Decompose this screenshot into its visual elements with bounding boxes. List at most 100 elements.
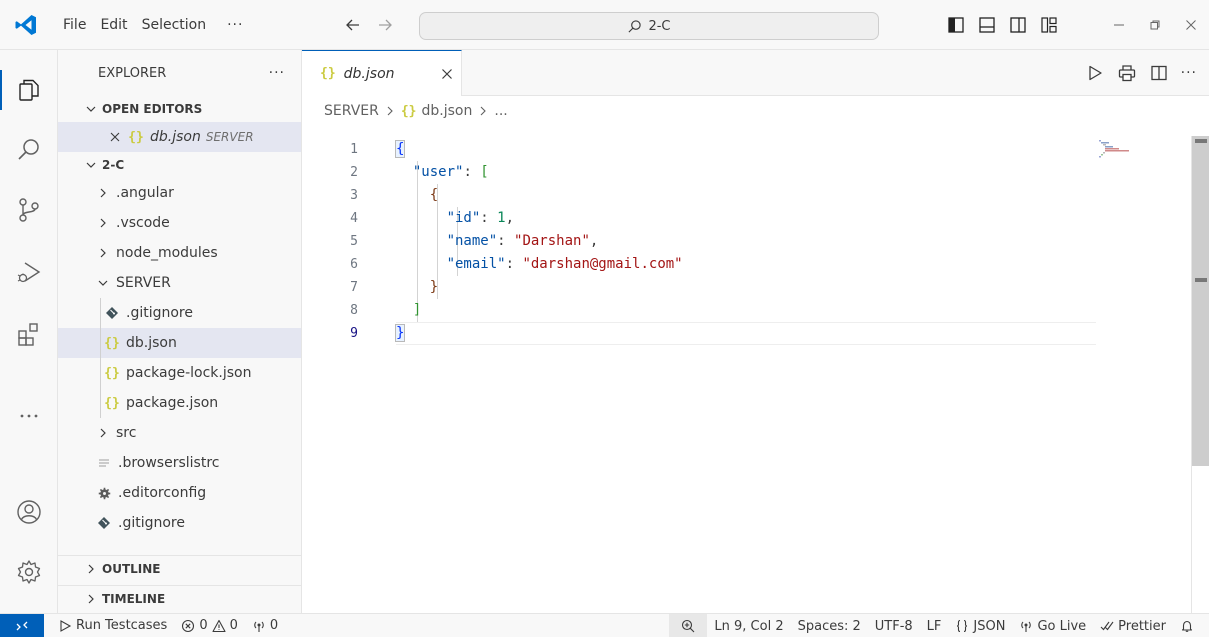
breadcrumb-symbol[interactable]: ...	[494, 103, 507, 119]
editor-area: {} db.json ··· SERVER {} db.json ... 1 {…	[302, 50, 1209, 613]
command-center-search[interactable]: 2-C	[419, 12, 879, 40]
vscode-logo-icon[interactable]	[14, 13, 38, 37]
minimize-button[interactable]	[1101, 0, 1137, 50]
tree-item-src[interactable]: src	[58, 418, 301, 448]
folder-section[interactable]: 2-C	[58, 152, 301, 178]
menu-file[interactable]: File	[56, 17, 93, 33]
explorer-activity[interactable]	[0, 64, 58, 116]
gear-icon	[17, 560, 41, 584]
code-line: 1 {	[302, 138, 1192, 161]
toggle-primary-sidebar-icon[interactable]	[946, 15, 966, 35]
code-line: 5 "name": "Darshan",	[302, 230, 1192, 253]
close-window-button[interactable]	[1173, 0, 1209, 50]
extensions-activity[interactable]	[0, 308, 58, 360]
timeline-header[interactable]: TIMELINE	[58, 586, 301, 612]
source-control-activity[interactable]	[0, 184, 58, 236]
close-icon[interactable]	[440, 67, 454, 81]
eol-label: LF	[926, 618, 942, 634]
breadcrumb-folder[interactable]: SERVER	[324, 103, 379, 119]
close-icon	[1186, 20, 1196, 30]
chevron-down-icon	[98, 280, 108, 286]
line-number: 3	[350, 188, 358, 203]
code-editor[interactable]: 1 { 2 "user": [ 3 { 4 "id": 1, 5 "name":…	[302, 138, 1192, 345]
close-icon[interactable]	[108, 130, 122, 144]
toggle-panel-icon[interactable]	[977, 15, 997, 35]
menu-edit[interactable]: Edit	[93, 17, 134, 33]
run-icon[interactable]	[1085, 63, 1105, 83]
print-icon[interactable]	[1117, 63, 1137, 83]
ports-indicator[interactable]: 0	[245, 618, 285, 633]
arrow-right-icon[interactable]	[375, 15, 395, 35]
json-string: "Darshan"	[514, 233, 590, 249]
accounts-activity[interactable]	[0, 486, 58, 538]
navigation-buttons	[343, 15, 395, 35]
scroll-marker	[1195, 139, 1207, 143]
prettier-status[interactable]: Prettier	[1093, 619, 1173, 634]
notifications-button[interactable]	[1173, 619, 1201, 633]
outline-section[interactable]: OUTLINE	[58, 555, 301, 582]
json-comma: ,	[505, 210, 515, 226]
search-activity[interactable]	[0, 124, 58, 176]
remote-indicator[interactable]	[0, 613, 44, 637]
code-line: 8 ]	[302, 299, 1192, 322]
tab-db-json[interactable]: {} db.json	[302, 50, 462, 96]
indent-guide	[100, 298, 101, 328]
tree-item-package-json[interactable]: {} package.json	[58, 388, 301, 418]
chevron-right-icon	[100, 248, 106, 258]
minimap[interactable]	[1097, 138, 1157, 168]
broadcast-icon	[1021, 621, 1032, 632]
tree-item-label: .angular	[116, 185, 174, 201]
open-editors-section[interactable]: OPEN EDITORS	[58, 96, 301, 122]
search-text: 2-C	[648, 18, 671, 34]
go-live-button[interactable]: Go Live	[1012, 619, 1093, 634]
tree-item-node-modules[interactable]: node_modules	[58, 238, 301, 268]
bracket-close: }	[429, 279, 439, 295]
tree-item-browserslistrc[interactable]: .browserslistrc	[58, 448, 301, 478]
zoom-indicator[interactable]	[669, 614, 708, 637]
arrow-left-icon[interactable]	[343, 15, 363, 35]
breadcrumb-file[interactable]: db.json	[422, 103, 473, 119]
run-testcases-button[interactable]: Run Testcases	[44, 618, 174, 633]
timeline-section[interactable]: TIMELINE	[58, 585, 301, 612]
open-editor-item[interactable]: {} db.json SERVER	[58, 122, 301, 152]
tree-item-label: package-lock.json	[126, 365, 252, 381]
tree-item-label: .vscode	[116, 215, 170, 231]
language-mode[interactable]: JSON	[948, 619, 1012, 634]
ports-count: 0	[269, 618, 279, 633]
encoding[interactable]: UTF-8	[868, 619, 920, 634]
tree-item-package-lock-json[interactable]: {} package-lock.json	[58, 358, 301, 388]
problems-indicator[interactable]: 0 0	[174, 618, 245, 633]
run-debug-activity[interactable]	[0, 246, 58, 298]
text-file-icon	[96, 455, 112, 471]
customize-layout-icon[interactable]	[1039, 15, 1059, 35]
chevron-right-icon	[100, 188, 106, 198]
cursor-position[interactable]: Ln 9, Col 2	[707, 619, 790, 634]
more-activity[interactable]	[0, 390, 58, 442]
tree-item-vscode[interactable]: .vscode	[58, 208, 301, 238]
tree-item-server-gitignore[interactable]: .gitignore	[58, 298, 301, 328]
editor-more-button[interactable]: ···	[1181, 65, 1197, 81]
explorer-more-button[interactable]: ···	[269, 65, 285, 81]
json-string: "darshan@gmail.com"	[522, 256, 683, 272]
outline-header[interactable]: OUTLINE	[58, 556, 301, 582]
restore-button[interactable]	[1137, 0, 1173, 50]
tree-item-editorconfig[interactable]: .editorconfig	[58, 478, 301, 508]
run-debug-icon	[17, 262, 41, 283]
vertical-scrollbar[interactable]	[1192, 136, 1209, 466]
menu-more-button[interactable]: ···	[213, 17, 257, 33]
menu-selection[interactable]: Selection	[135, 17, 214, 33]
double-check-icon	[1100, 621, 1114, 631]
indentation[interactable]: Spaces: 2	[791, 619, 868, 634]
chevron-right-icon	[88, 594, 94, 604]
manage-activity[interactable]	[0, 546, 58, 598]
toggle-secondary-sidebar-icon[interactable]	[1008, 15, 1028, 35]
tree-item-gitignore[interactable]: .gitignore	[58, 508, 301, 538]
tree-item-db-json[interactable]: {} db.json	[58, 328, 301, 358]
tree-item-server[interactable]: SERVER	[58, 268, 301, 298]
code-line: 4 "id": 1,	[302, 207, 1192, 230]
end-of-line[interactable]: LF	[920, 619, 949, 634]
tree-item-label: package.json	[126, 395, 219, 411]
tree-item-angular[interactable]: .angular	[58, 178, 301, 208]
split-editor-icon[interactable]	[1149, 63, 1169, 83]
json-file-icon: {}	[400, 103, 417, 119]
